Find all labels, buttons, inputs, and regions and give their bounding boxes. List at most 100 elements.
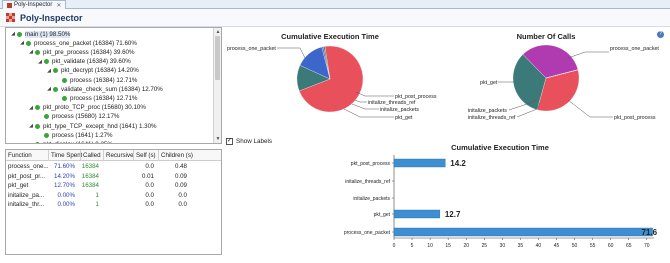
pie-slice [545, 69, 579, 79]
function-node-icon [62, 77, 67, 83]
table-row[interactable]: initalize_thr... 0.00% 1 0.0 0.0 [6, 201, 221, 211]
x-tick-label: 20 [463, 243, 469, 249]
tree-node-label: process (1641) 1.27% [52, 131, 113, 139]
page-title: Poly-Inspector [20, 12, 83, 23]
column-divider[interactable] [80, 150, 81, 161]
leader-line [277, 47, 306, 59]
pie-label: pkt_post_process [395, 94, 437, 100]
table-cell: 71.60% [54, 163, 75, 170]
column-header[interactable]: Called [83, 152, 101, 159]
category-label: initalize_packets [353, 196, 390, 202]
pie-slice [323, 46, 331, 80]
table-cell: 16384 [81, 182, 99, 190]
function-table: Function Time Spent Called Recursive Self (s… [5, 149, 222, 255]
table-row[interactable]: pkt_get 12.70% 16384 0.0 0.09 [6, 182, 221, 192]
column-header[interactable]: Function [8, 152, 32, 159]
table-row[interactable]: pkt_post_pr... 14.20% 16384 0.01 0.09 [6, 173, 221, 183]
leader-line [567, 51, 609, 59]
x-tick-label: 40 [536, 243, 542, 249]
leader-line [516, 102, 541, 118]
table-cell: 0.0 [145, 201, 154, 209]
show-labels-toggle[interactable]: Show Labels [226, 137, 272, 145]
column-divider[interactable] [133, 150, 134, 161]
leader-line [508, 99, 538, 111]
call-tree[interactable]: ◢ main (1) 98.50% ◢ process_one_packet (163… [5, 27, 222, 144]
expand-arrow-icon[interactable]: ◢ [28, 105, 34, 111]
expand-arrow-icon[interactable]: ◢ [19, 40, 25, 46]
tab-label: Poly-Inspector [14, 2, 53, 8]
expand-arrow-icon[interactable]: ◢ [46, 68, 52, 74]
column-divider[interactable] [103, 150, 104, 161]
pie-slice [296, 65, 331, 92]
x-tick-label: 60 [608, 243, 614, 249]
pie-slice [512, 54, 547, 110]
table-cell: 0.48 [174, 163, 187, 170]
pie-slice [536, 69, 580, 112]
chart-title: Number Of Calls [517, 32, 576, 41]
x-tick-label: 25 [481, 243, 487, 249]
table-cell: process_one... [8, 163, 48, 170]
x-tick-label: 35 [518, 243, 524, 249]
expand-arrow-icon[interactable]: ◢ [28, 123, 34, 129]
pie-label: process_one_packet [227, 46, 276, 52]
function-node-icon [44, 59, 49, 65]
bar [393, 158, 446, 168]
table-cell: 14.20% [54, 172, 75, 180]
tree-node[interactable]: pkt_display (1641) 0.25% [28, 139, 113, 143]
tree-node-label: process_one_packet (16384) 71.60% [34, 39, 137, 47]
tree-node-label: pkt_proto_TCP_proc (15680) 30.10% [43, 104, 146, 112]
expand-arrow-icon[interactable]: ◢ [10, 31, 16, 37]
table-row[interactable]: process_one... 71.60% 16384 0.0 0.48 [6, 163, 221, 173]
column-divider[interactable] [48, 150, 49, 161]
x-tick-label: 0 [393, 243, 396, 249]
poly-inspector-logo-icon [6, 13, 15, 22]
x-tick-label: 55 [590, 243, 596, 249]
help-button[interactable]: ? [657, 30, 664, 38]
tab-poly-inspector[interactable]: Poly-Inspector ✕ [2, 0, 67, 9]
scrollbar-thumb[interactable] [215, 36, 220, 80]
table-cell: 1 [95, 201, 99, 209]
close-icon[interactable]: ✕ [56, 2, 61, 9]
scroll-down-icon[interactable]: ▼ [215, 136, 221, 142]
table-cell: 12.70% [54, 182, 75, 190]
show-labels-checkbox[interactable] [226, 137, 233, 145]
category-label: process_one_packet [344, 230, 391, 236]
bar-value-label: 71.6 [642, 228, 658, 237]
column-header[interactable]: Self (s) [136, 152, 156, 159]
table-cell: 0.0 [145, 182, 154, 190]
scroll-up-icon[interactable]: ▲ [215, 29, 221, 35]
pie-slice [299, 46, 331, 80]
expand-arrow-icon[interactable]: ◢ [37, 59, 43, 65]
function-node-icon [44, 132, 49, 138]
table-cell: 0.00% [57, 191, 75, 199]
pie-slice [321, 46, 331, 80]
table-cell: 0.0 [145, 163, 154, 170]
table-cell: 1 [95, 191, 99, 199]
expand-arrow-icon[interactable]: ◢ [28, 49, 34, 55]
function-node-icon [62, 95, 67, 101]
help-icon[interactable]: ? [657, 31, 664, 38]
leader-line [351, 103, 379, 110]
table-row[interactable]: initalize_pa... 0.00% 1 0.0 0.0 [6, 192, 221, 202]
table-cell: pkt_get [8, 182, 29, 190]
column-header[interactable]: Recursive [106, 152, 134, 159]
function-node-icon [53, 86, 58, 92]
function-node-icon [17, 31, 22, 37]
column-header[interactable]: Children (s) [161, 152, 193, 159]
column-divider[interactable] [158, 150, 159, 161]
bar [393, 227, 653, 237]
column-header[interactable]: Time Spent [51, 152, 82, 159]
tree-node-label: main (1) 98.50% [25, 30, 71, 38]
x-tick-label: 30 [500, 243, 506, 249]
leader-line [355, 91, 394, 97]
tree-node-label: process (16384) 12.71% [70, 94, 138, 102]
view-header: Poly-Inspector [0, 9, 670, 27]
bar [393, 209, 441, 219]
pie-label: initalize_packets [380, 107, 419, 113]
tree-node-label: pkt_type_TCP_except_hnd (1641) 1.30% [43, 122, 157, 130]
pie-label: pkt_get [480, 80, 498, 86]
tree-scrollbar[interactable]: ▲ ▼ [213, 28, 221, 143]
pie-label: process_one_packet [610, 46, 659, 52]
pie-label: initalize_threads_ref [368, 100, 416, 106]
expand-arrow-icon[interactable]: ◢ [46, 86, 52, 92]
